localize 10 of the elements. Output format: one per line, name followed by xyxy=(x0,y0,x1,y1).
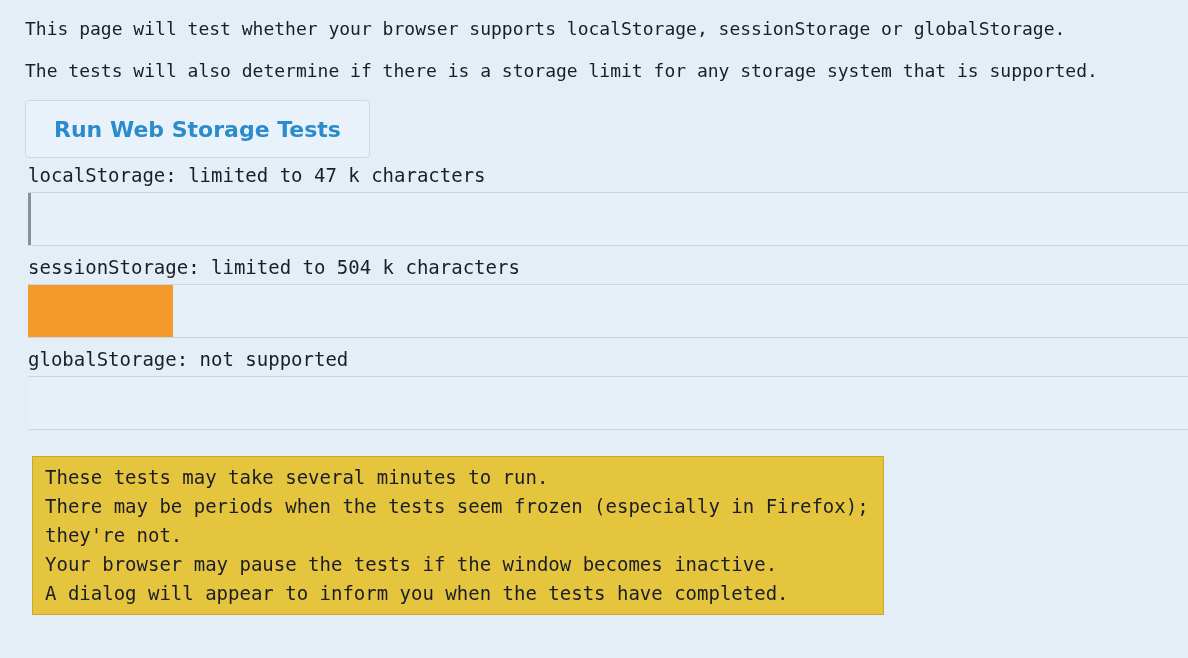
result-label: globalStorage: not supported xyxy=(28,347,350,372)
intro-text: The tests will also determine if there is a storage limit for any storage system that is supported. xyxy=(25,59,1099,83)
intro-text: This page will test whether your browser supports localStorage, sessionStorage or globalStorage. xyxy=(25,17,1067,41)
notice-text: A dialog will appear to inform you when the tests have completed. xyxy=(45,581,790,606)
notice-text: There may be periods when the tests seem frozen (especially in Firefox); they're not. xyxy=(45,494,870,548)
notice-text: These tests may take several minutes to run. xyxy=(45,465,550,490)
result-label: localStorage: limited to 47 k characters xyxy=(28,163,487,188)
notice-text: Your browser may pause the tests if the window becomes inactive. xyxy=(45,552,779,577)
result-label: sessionStorage: limited to 504 k characters xyxy=(28,255,521,280)
run-tests-button[interactable]: Run Web Storage Tests xyxy=(25,100,370,158)
